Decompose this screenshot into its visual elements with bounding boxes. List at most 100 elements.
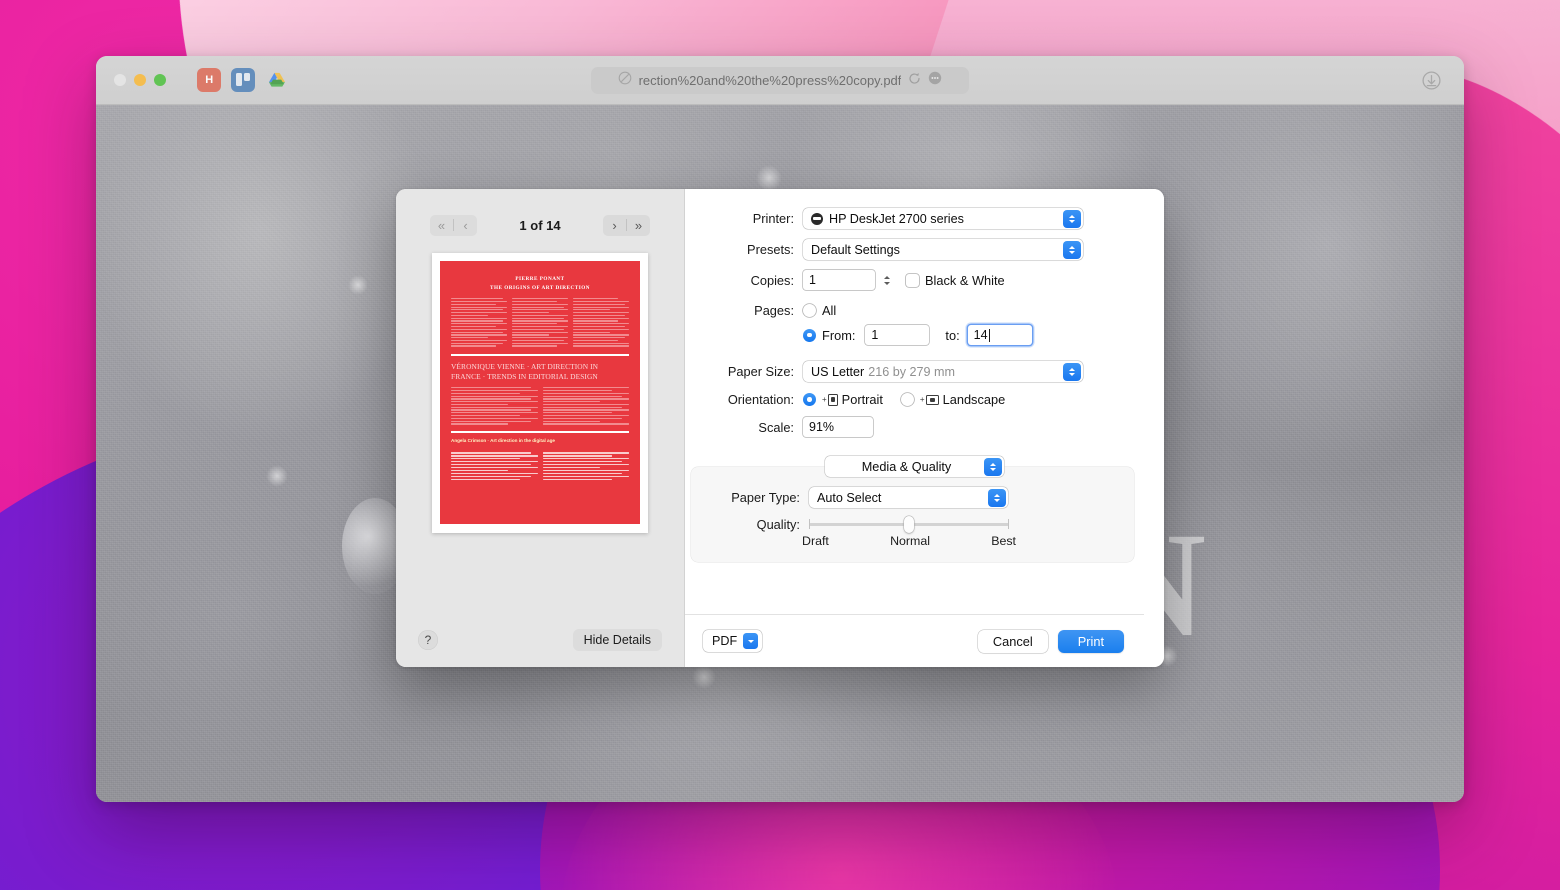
slider-tick-draft — [809, 519, 810, 529]
options-group-select[interactable]: Media & Quality — [825, 456, 1004, 477]
reader-view-icon[interactable] — [618, 71, 632, 90]
chevron-updown-icon[interactable] — [1063, 240, 1081, 259]
print-button[interactable]: Print — [1057, 629, 1124, 653]
printer-label: Printer: — [752, 211, 794, 226]
hide-details-button[interactable]: Hide Details — [572, 629, 662, 651]
extensions-icon[interactable] — [928, 71, 942, 90]
help-button[interactable]: ? — [418, 630, 438, 650]
last-page-button[interactable]: » — [627, 215, 650, 236]
radio-icon-all[interactable] — [803, 304, 816, 317]
window-controls — [114, 74, 166, 86]
quality-row: Quality: Draft Normal Best — [691, 515, 1134, 548]
portrait-icon: + — [822, 393, 838, 406]
chevron-updown-icon[interactable] — [1063, 362, 1081, 381]
reload-icon[interactable] — [908, 72, 921, 90]
print-options-panel: Printer: HP DeskJet 2700 series Presets: — [685, 189, 1164, 667]
page-thumbnail[interactable]: Pierre Ponant The origins of art directi… — [432, 253, 648, 533]
paper-size-select[interactable]: US Letter 216 by 279 mm — [803, 361, 1083, 382]
chevron-down-icon[interactable] — [743, 633, 759, 649]
printer-icon — [811, 212, 823, 225]
pages-from-label: From: — [822, 327, 856, 343]
presets-select[interactable]: Default Settings — [803, 239, 1083, 260]
orientation-label: Orientation: — [727, 392, 794, 407]
radio-icon-landscape[interactable] — [900, 393, 914, 406]
print-dialog: « ‹ 1 of 14 › » Pierre Ponant — [396, 189, 1164, 667]
thumbnail-section-three-heading: Angela Crimson · Art direction in the di… — [451, 438, 555, 444]
thumbnail-author: Pierre Ponant — [515, 276, 565, 282]
slider-knob[interactable] — [904, 515, 914, 533]
pages-all-row: Pages: All — [685, 303, 1144, 318]
quality-min-label: Draft — [802, 534, 829, 548]
pdf-button-label: PDF — [712, 634, 738, 648]
preview-footer: ? Hide Details — [396, 613, 684, 667]
thumbnail-columns — [451, 387, 629, 425]
pager-forward-group: › » — [603, 214, 650, 236]
radio-icon-range[interactable] — [803, 328, 816, 342]
copies-row: Copies: 1 Black & White — [685, 270, 1144, 290]
trello-extension-icon[interactable] — [231, 68, 255, 92]
radio-icon-portrait[interactable] — [803, 393, 816, 406]
quality-scale-labels: Draft Normal Best — [802, 534, 1016, 548]
text-cursor — [988, 328, 990, 342]
pages-to-input[interactable]: 14 — [967, 325, 1032, 345]
scale-row: Scale: 91% — [685, 417, 1144, 437]
chevron-updown-icon[interactable] — [984, 457, 1002, 476]
slider-tick-best — [1008, 519, 1009, 529]
pdf-menu-button[interactable]: PDF — [703, 630, 763, 652]
copies-label: Copies: — [750, 272, 794, 288]
minimize-window-button[interactable] — [134, 74, 146, 86]
close-window-button[interactable] — [114, 74, 126, 86]
orientation-row: Orientation: + Portrait + Landscape — [685, 392, 1144, 407]
thumbnail-rule — [451, 430, 629, 434]
quality-max-label: Best — [991, 534, 1016, 548]
paper-type-select[interactable]: Auto Select — [809, 487, 1008, 508]
address-bar[interactable]: rection%20and%20the%20press%20copy.pdf — [591, 67, 969, 94]
downloads-icon[interactable] — [1421, 70, 1442, 91]
pager-back-group: « ‹ — [430, 214, 477, 236]
browser-window: H rection%20and%20the%20press%20copy.pdf… — [96, 56, 1464, 802]
chevron-updown-icon[interactable] — [1063, 209, 1081, 228]
first-page-button[interactable]: « — [430, 215, 453, 236]
thumbnail-rule — [451, 353, 629, 357]
previous-page-button[interactable]: ‹ — [454, 215, 477, 236]
cancel-button[interactable]: Cancel — [977, 629, 1048, 653]
hootsuite-extension-icon[interactable]: H — [197, 68, 221, 92]
quality-slider[interactable] — [809, 515, 1009, 533]
pages-all-option[interactable]: All — [803, 303, 836, 318]
chevron-updown-icon[interactable] — [988, 488, 1006, 507]
paper-type-row: Paper Type: Auto Select — [691, 487, 1134, 508]
presets-label: Presets: — [747, 242, 794, 257]
paper-size-value: US Letter — [811, 364, 865, 379]
options-group-value: Media & Quality — [861, 459, 952, 474]
thumbnail-section-two-heading: VÉRONIQUE VIENNE · ART DIRECTION IN FRAN… — [451, 362, 599, 382]
scale-input[interactable]: 91% — [803, 417, 873, 437]
pages-from-input[interactable]: 1 — [865, 325, 930, 345]
photo-highlight — [692, 665, 716, 689]
pages-from-value: 1 — [871, 328, 879, 342]
media-and-quality-group: Paper Type: Auto Select Quality: Draft N… — [691, 467, 1134, 562]
presets-row: Presets: Default Settings — [685, 239, 1144, 260]
maximize-window-button[interactable] — [154, 74, 166, 86]
pages-to-label: to: — [945, 327, 960, 343]
thumbnail-columns — [451, 452, 629, 481]
page-indicator: 1 of 14 — [519, 217, 561, 233]
copies-stepper[interactable] — [880, 270, 893, 290]
page-thumbnail-container[interactable]: Pierre Ponant The origins of art directi… — [396, 251, 684, 613]
printer-select[interactable]: HP DeskJet 2700 series — [803, 208, 1083, 229]
dialog-action-bar: PDF Cancel Print — [685, 614, 1144, 667]
printer-row: Printer: HP DeskJet 2700 series — [685, 208, 1144, 229]
copies-value: 1 — [809, 273, 816, 287]
quality-label: Quality: — [756, 517, 800, 532]
thumbnail-column — [573, 298, 629, 347]
paper-type-label: Paper Type: — [731, 490, 800, 505]
next-page-button[interactable]: › — [603, 215, 626, 236]
checkbox-icon[interactable] — [906, 273, 919, 287]
google-drive-extension-icon[interactable] — [265, 68, 289, 92]
black-and-white-checkbox[interactable]: Black & White — [906, 273, 1005, 288]
address-bar-url: rection%20and%20the%20press%20copy.pdf — [638, 73, 902, 88]
pages-all-label: All — [822, 303, 837, 318]
thumbnail-column — [542, 452, 629, 481]
browser-titlebar: H rection%20and%20the%20press%20copy.pdf — [96, 56, 1464, 105]
copies-input[interactable]: 1 — [803, 270, 875, 290]
desktop-wallpaper: H rection%20and%20the%20press%20copy.pdf… — [0, 0, 1560, 890]
